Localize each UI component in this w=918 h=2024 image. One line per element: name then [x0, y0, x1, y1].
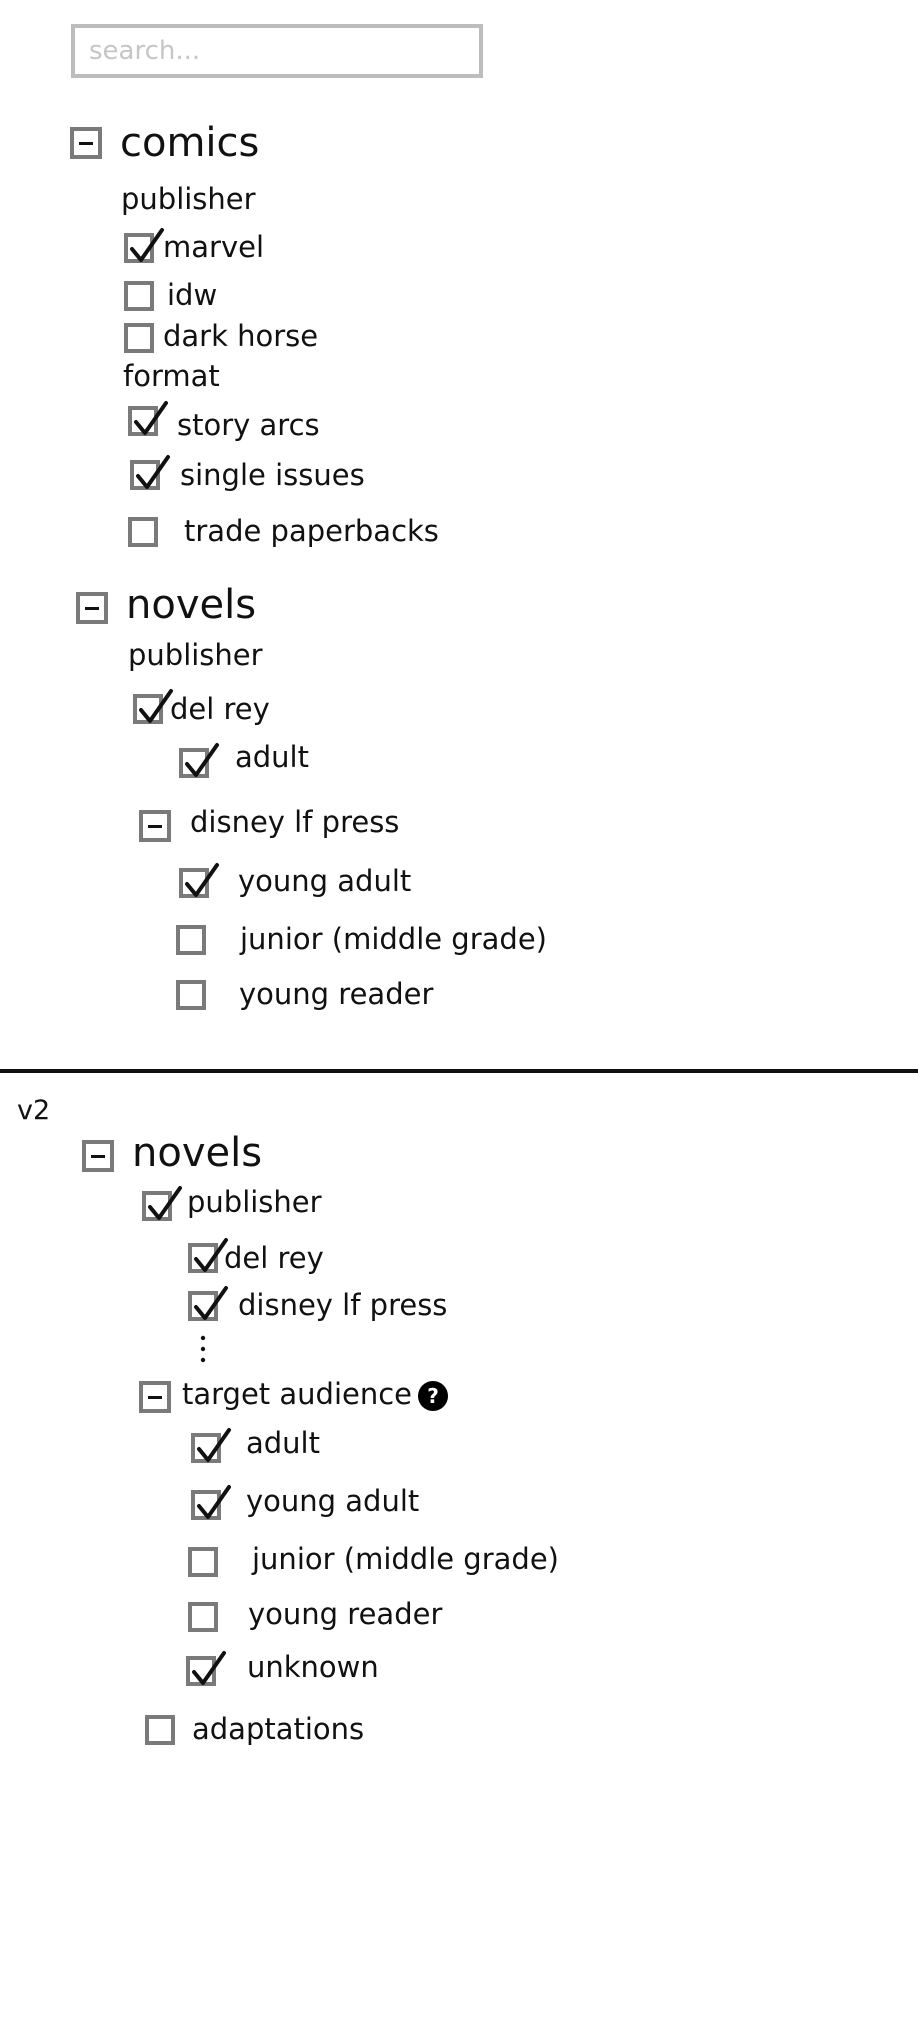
category-title-novels: novels — [126, 582, 257, 628]
checkmark-icon — [197, 1485, 231, 1519]
v2-checkbox-young-adult[interactable] — [191, 1485, 231, 1520]
label-target-audience: target audience — [182, 1377, 413, 1411]
comics-collapse-toggle[interactable] — [70, 127, 102, 159]
version-label: v2 — [17, 1095, 51, 1126]
checkmark-icon — [185, 743, 219, 777]
category-title-comics: comics — [120, 120, 260, 166]
label-adult: adult — [235, 740, 309, 774]
v2-label-publisher: publisher — [187, 1185, 322, 1219]
label-trade-paperbacks: trade paperbacks — [184, 514, 439, 548]
checkbox-del-rey[interactable] — [133, 689, 173, 724]
target-audience-collapse-toggle[interactable] — [139, 1381, 171, 1413]
label-disney-lf-press: disney lf press — [190, 805, 400, 839]
v2-checkbox-del-rey[interactable] — [188, 1238, 228, 1273]
label-story-arcs: story arcs — [177, 408, 320, 442]
v2-checkbox-unknown[interactable] — [186, 1651, 226, 1686]
v2-label-del-rey: del rey — [224, 1241, 324, 1275]
checkbox-young-reader[interactable] — [176, 980, 206, 1010]
checkbox-adult[interactable] — [179, 743, 219, 778]
v2-label-adult: adult — [246, 1426, 320, 1460]
label-dark-horse: dark horse — [163, 319, 319, 353]
v2-checkbox-disney-lf-press[interactable] — [188, 1286, 228, 1321]
checkmark-icon — [197, 1428, 231, 1462]
checkbox-idw[interactable] — [124, 281, 154, 311]
section-divider — [0, 1069, 918, 1073]
comics-publisher-heading: publisher — [121, 182, 256, 216]
v2-label-unknown: unknown — [247, 1650, 379, 1684]
label-junior-middle-grade: junior (middle grade) — [240, 922, 547, 956]
novels-publisher-heading: publisher — [128, 638, 263, 672]
label-young-adult: young adult — [238, 864, 412, 898]
v2-label-junior-middle-grade: junior (middle grade) — [252, 1542, 559, 1576]
more-items-ellipsis-icon[interactable] — [191, 1331, 215, 1371]
search-input[interactable] — [75, 28, 479, 74]
checkbox-trade-paperbacks[interactable] — [128, 517, 158, 547]
label-del-rey: del rey — [170, 692, 270, 726]
label-single-issues: single issues — [180, 458, 365, 492]
checkmark-icon — [134, 401, 168, 435]
v2-label-disney-lf-press: disney lf press — [238, 1288, 448, 1322]
checkbox-junior-middle-grade[interactable] — [176, 925, 206, 955]
v2-label-young-reader: young reader — [248, 1597, 443, 1631]
help-icon[interactable]: ? — [418, 1381, 448, 1411]
checkbox-story-arcs[interactable] — [128, 401, 168, 436]
checkmark-icon — [130, 228, 164, 262]
v2-label-young-adult: young adult — [246, 1484, 420, 1518]
search-box[interactable] — [71, 24, 483, 78]
checkbox-single-issues[interactable] — [130, 455, 170, 490]
checkmark-icon — [139, 689, 173, 723]
checkbox-marvel[interactable] — [124, 228, 164, 263]
v2-checkbox-adaptations[interactable] — [145, 1715, 175, 1745]
v2-checkbox-publisher[interactable] — [142, 1186, 182, 1221]
label-idw: idw — [167, 278, 218, 312]
checkmark-icon — [136, 455, 170, 489]
checkmark-icon — [148, 1186, 182, 1220]
comics-format-heading: format — [123, 359, 220, 393]
checkmark-icon — [192, 1651, 226, 1685]
disney-lf-press-collapse-toggle[interactable] — [139, 810, 171, 842]
v2-checkbox-junior-middle-grade[interactable] — [188, 1547, 218, 1577]
v2-checkbox-adult[interactable] — [191, 1428, 231, 1463]
v2-label-adaptations: adaptations — [192, 1712, 365, 1746]
checkmark-icon — [194, 1286, 228, 1320]
checkbox-young-adult[interactable] — [179, 863, 219, 898]
checkmark-icon — [185, 863, 219, 897]
label-young-reader: young reader — [239, 977, 434, 1011]
checkbox-dark-horse[interactable] — [124, 323, 154, 353]
novels-collapse-toggle[interactable] — [76, 592, 108, 624]
v2-novels-collapse-toggle[interactable] — [82, 1140, 114, 1172]
label-marvel: marvel — [163, 230, 265, 264]
v2-checkbox-young-reader[interactable] — [188, 1602, 218, 1632]
v2-category-title-novels: novels — [132, 1130, 263, 1176]
